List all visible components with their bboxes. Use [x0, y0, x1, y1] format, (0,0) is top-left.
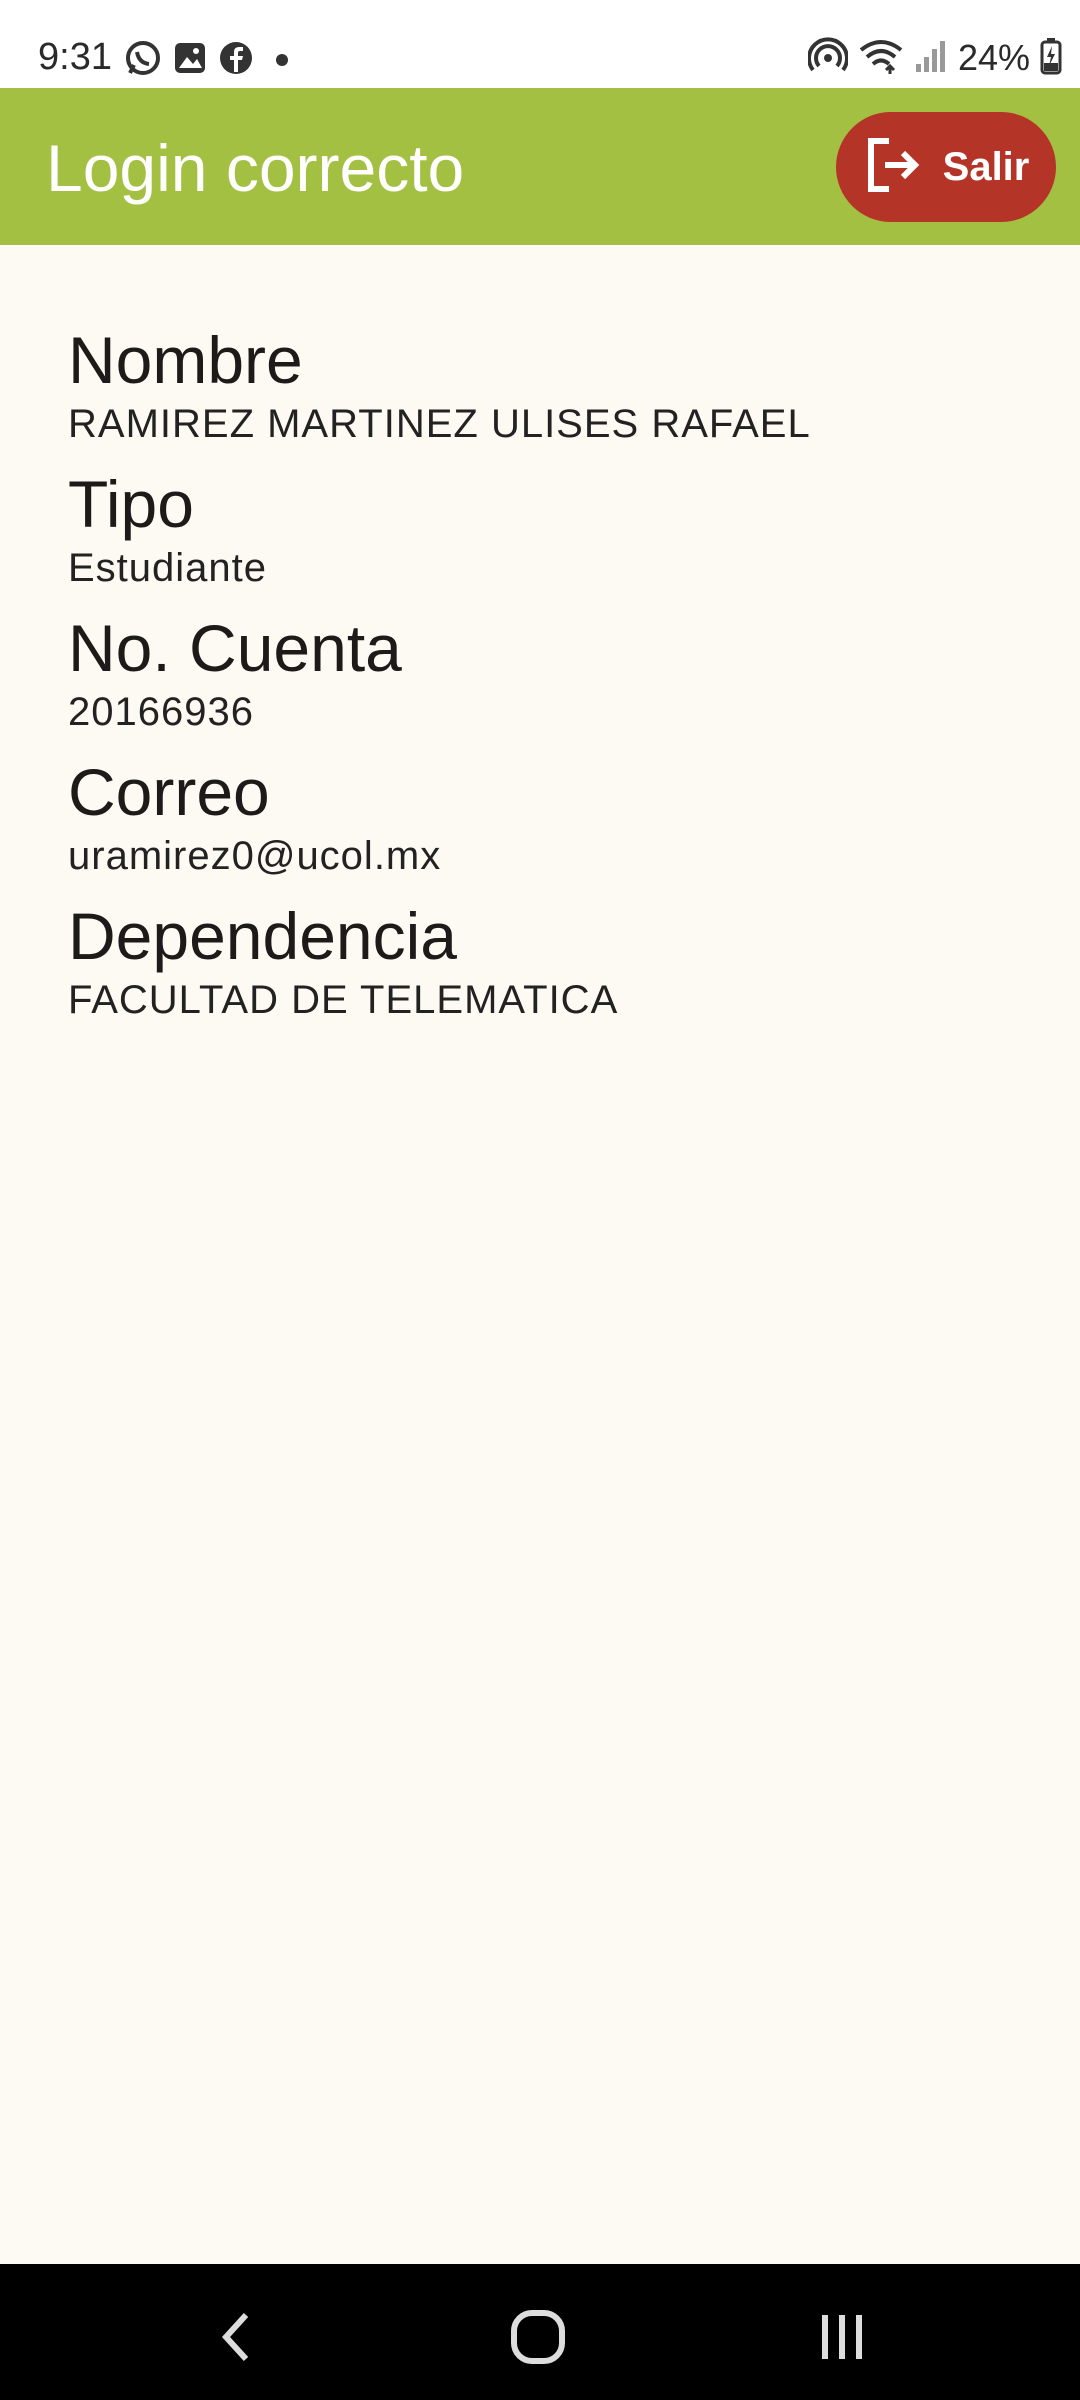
page-title: Login correcto — [46, 131, 465, 205]
field-dependencia: Dependencia FACULTAD DE TELEMATICA — [68, 896, 1018, 1024]
app-bar: Login correcto Salir — [0, 88, 1080, 245]
battery-icon — [1040, 37, 1062, 80]
gallery-icon — [172, 40, 208, 81]
system-nav-bar — [0, 2264, 1080, 2400]
logout-label: Salir — [942, 144, 1030, 189]
battery-percent: 24% — [957, 37, 1030, 78]
field-correo: Correo uramirez0@ucol.mx — [68, 752, 1018, 880]
field-label: No. Cuenta — [68, 611, 402, 685]
field-value: uramirez0@ucol.mx — [68, 834, 442, 878]
status-time: 9:31 — [38, 36, 112, 78]
field-label: Dependencia — [68, 899, 457, 973]
wifi-icon — [858, 36, 904, 81]
field-value: 20166936 — [68, 690, 254, 734]
field-value: RAMIREZ MARTINEZ ULISES RAFAEL — [68, 402, 811, 446]
back-icon[interactable] — [196, 2302, 276, 2372]
field-tipo: Tipo Estudiante — [68, 464, 1018, 592]
field-no-cuenta: No. Cuenta 20166936 — [68, 608, 1018, 736]
recent-apps-icon[interactable] — [802, 2302, 882, 2372]
field-value: Estudiante — [68, 546, 268, 590]
status-icons-left — [124, 40, 288, 80]
field-label: Nombre — [68, 323, 303, 397]
field-nombre: Nombre RAMIREZ MARTINEZ ULISES RAFAEL — [68, 320, 1018, 448]
whatsapp-icon — [124, 39, 162, 82]
field-value: FACULTAD DE TELEMATICA — [68, 978, 619, 1022]
notification-dot — [276, 54, 288, 66]
signal-icon — [914, 38, 948, 79]
logout-icon — [863, 135, 923, 200]
field-label: Tipo — [68, 467, 194, 541]
field-label: Correo — [68, 755, 270, 829]
logout-button[interactable]: Salir — [836, 112, 1056, 222]
hotspot-icon — [807, 36, 849, 81]
facebook-icon — [218, 40, 254, 81]
home-icon[interactable] — [498, 2302, 578, 2372]
status-bar: 9:31 24% — [0, 0, 1080, 88]
profile-details: Nombre RAMIREZ MARTINEZ ULISES RAFAEL Ti… — [68, 320, 1018, 1040]
status-icons-right: 24% — [807, 36, 1062, 81]
